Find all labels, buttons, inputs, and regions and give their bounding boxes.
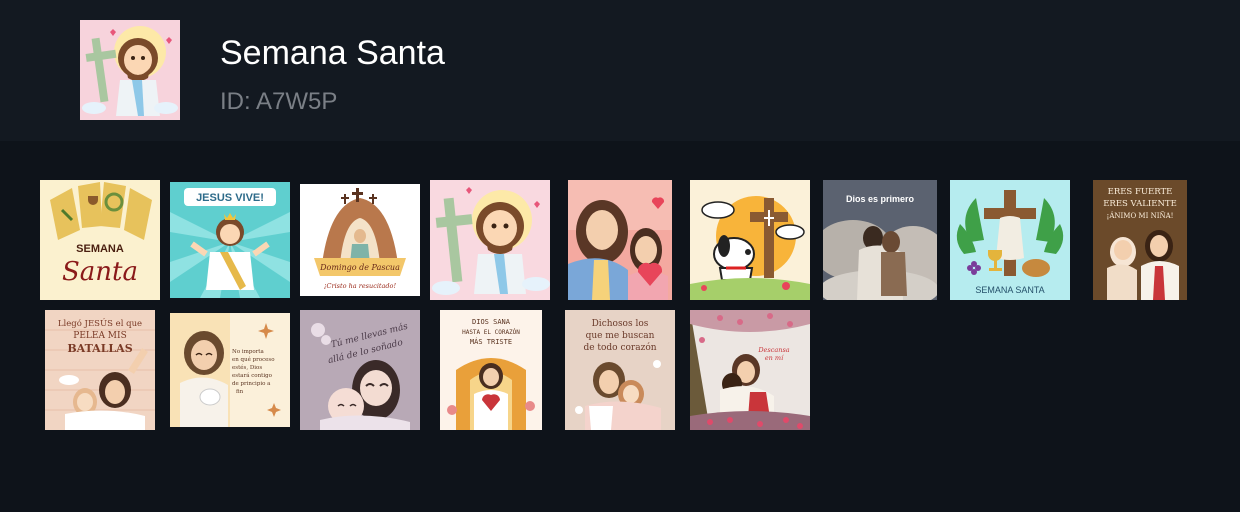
sticker-text: Domingo de Pascua [319, 263, 400, 272]
sticker-text: Santa [62, 257, 138, 287]
pack-cover-image[interactable] [80, 20, 180, 120]
sticker-text: HASTA EL CORAZÓN [462, 329, 520, 336]
sticker-jesus-cross-cute[interactable] [430, 180, 550, 300]
sticker-semana-santa-chalice[interactable]: SEMANA Santa [40, 180, 160, 300]
sticker-jesus-vive[interactable]: JESUS VIVE! [170, 182, 290, 298]
sticker-text: estés, Dios [232, 364, 262, 371]
sticker-no-importa[interactable]: No importa en qué proceso estés, Dios es… [170, 313, 290, 427]
sticker-text: SEMANA [76, 243, 124, 255]
sticker-text: de principio a [232, 381, 271, 387]
sticker-text: PELEA MIS [73, 331, 126, 341]
sticker-text: ¡ÁNIMO MI NIÑA! [1107, 211, 1174, 220]
sticker-text: BATALLAS [67, 342, 132, 355]
pack-title: Semana Santa [220, 34, 445, 72]
sticker-descansa-en-mi[interactable]: Descansa en mí [690, 310, 810, 430]
sticker-text: de todo corazón [583, 342, 656, 353]
pack-header: Semana Santa ID: A7W5P [0, 0, 1240, 141]
sticker-text: ¡Cristo ha resucitado! [324, 282, 397, 290]
sticker-text: JESUS VIVE! [196, 192, 264, 204]
sticker-text: DIOS SANA [472, 318, 511, 326]
jesus-cross-cover-icon [80, 20, 180, 120]
sticker-llego-jesus[interactable]: Llegó JESÚS el que PELEA MIS BATALLAS [45, 310, 155, 430]
sticker-eres-fuerte[interactable]: ERES FUERTE ERES VALIENTE ¡ÁNIMO MI NIÑA… [1093, 180, 1187, 300]
sticker-text: SEMANA SANTA [975, 285, 1044, 295]
sticker-dichosos[interactable]: Dichosos los que me buscan de todo coraz… [565, 310, 675, 430]
sticker-text: Dios es primero [846, 194, 915, 204]
sticker-text: MÁS TRISTE [470, 337, 512, 346]
sticker-text: en qué proceso [232, 356, 275, 363]
sticker-text: fin [236, 389, 244, 395]
sticker-text: que me buscan [586, 331, 655, 341]
sticker-text: ERES VALIENTE [1103, 199, 1177, 209]
sticker-tu-me-llevas[interactable]: Tú me llevas más allá de lo soñado [300, 310, 420, 430]
sticker-text: No importa [232, 349, 265, 355]
sticker-text: Descansa [757, 346, 789, 354]
sticker-text: Llegó JESÚS el que [58, 317, 142, 329]
sticker-snoopy-cross[interactable] [690, 180, 810, 300]
sticker-text: estará contigo [232, 372, 273, 379]
sticker-dios-sana[interactable]: DIOS SANA HASTA EL CORAZÓN MÁS TRISTE [440, 310, 542, 430]
sticker-dios-es-primero[interactable]: Dios es primero [823, 180, 937, 300]
sticker-grid: SEMANA Santa JESUS VIVE! Domingo de Pasc… [0, 141, 1240, 512]
sticker-text: Dichosos los [592, 319, 649, 329]
sticker-semana-santa-cross-chalice[interactable]: SEMANA SANTA [950, 180, 1070, 300]
pack-id: ID: A7W5P [220, 88, 338, 115]
sticker-text: en mí [765, 354, 784, 362]
sticker-text: ERES FUERTE [1108, 187, 1173, 197]
sticker-domingo-de-pascua[interactable]: Domingo de Pascua ¡Cristo ha resucitado! [300, 184, 420, 296]
sticker-jesus-girl-heart[interactable] [568, 180, 672, 300]
